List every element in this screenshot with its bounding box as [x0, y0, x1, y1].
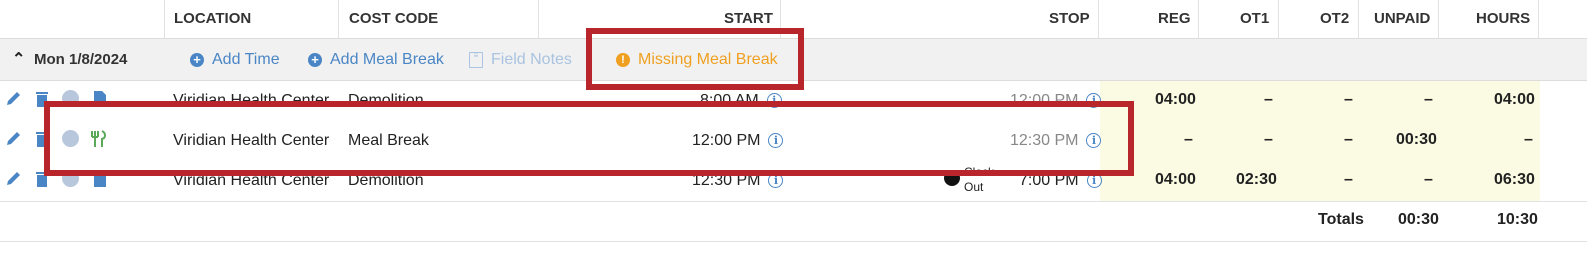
column-divider	[1538, 0, 1539, 38]
column-header-location[interactable]: LOCATION	[174, 10, 251, 27]
pencil-icon[interactable]	[4, 169, 22, 189]
day-label: Mon 1/8/2024	[34, 51, 128, 68]
column-divider	[164, 0, 165, 38]
column-header-stop[interactable]: STOP	[1049, 10, 1090, 27]
totals-unpaid: 00:30	[1398, 211, 1439, 228]
ot2-cell: –	[1344, 171, 1353, 188]
column-divider	[1438, 0, 1439, 38]
ot1-cell: –	[1264, 91, 1273, 108]
add-meal-break-button[interactable]: + Add Meal Break	[308, 51, 444, 69]
hours-cell: –	[1524, 131, 1533, 148]
column-divider	[1198, 0, 1199, 38]
reg-cell: –	[1184, 131, 1193, 148]
add-time-button[interactable]: + Add Time	[190, 51, 280, 69]
unpaid-cell: –	[1424, 91, 1433, 108]
column-header-ot2[interactable]: OT2	[1320, 10, 1349, 27]
column-divider	[1358, 0, 1359, 38]
unpaid-cell: –	[1424, 171, 1433, 188]
ot1-cell: 02:30	[1236, 171, 1277, 188]
totals-row: Totals 00:30 10:30	[0, 201, 1587, 242]
hours-highlight	[1100, 121, 1540, 161]
pencil-icon[interactable]	[4, 89, 22, 109]
highlight-box-meal-break-row	[44, 101, 1134, 176]
ot2-cell: –	[1344, 131, 1353, 148]
column-divider	[1278, 0, 1279, 38]
notes-icon: ≡	[469, 52, 483, 68]
highlight-box-missing-meal-break	[586, 28, 804, 90]
unpaid-cell: 00:30	[1396, 131, 1437, 148]
pencil-icon[interactable]	[4, 129, 22, 149]
column-header-hours[interactable]: HOURS	[1476, 10, 1530, 27]
ot1-cell: –	[1264, 131, 1273, 148]
chevron-up-icon[interactable]: ⌃	[12, 49, 25, 69]
reg-cell: 04:00	[1155, 171, 1196, 188]
totals-hours: 10:30	[1497, 211, 1538, 228]
column-divider	[338, 0, 339, 38]
column-header-start[interactable]: START	[724, 10, 773, 27]
reg-cell: 04:00	[1155, 91, 1196, 108]
column-header-unpaid[interactable]: UNPAID	[1374, 10, 1430, 27]
hours-cell: 04:00	[1494, 91, 1535, 108]
clock-out-tag-line2: Out	[964, 180, 984, 194]
column-divider	[538, 0, 539, 38]
hours-cell: 06:30	[1494, 171, 1535, 188]
ot2-cell: –	[1344, 91, 1353, 108]
column-header-cost-code[interactable]: COST CODE	[349, 10, 438, 27]
totals-label: Totals	[1318, 211, 1364, 228]
plus-circle-icon: +	[308, 53, 322, 67]
field-notes-button[interactable]: ≡ Field Notes	[469, 51, 572, 69]
column-header-reg[interactable]: REG	[1158, 10, 1191, 27]
column-header-ot1[interactable]: OT1	[1240, 10, 1269, 27]
column-divider	[1098, 0, 1099, 38]
field-notes-label: Field Notes	[491, 51, 572, 68]
plus-circle-icon: +	[190, 53, 204, 67]
add-meal-break-label: Add Meal Break	[330, 51, 444, 68]
add-time-label: Add Time	[212, 51, 280, 68]
